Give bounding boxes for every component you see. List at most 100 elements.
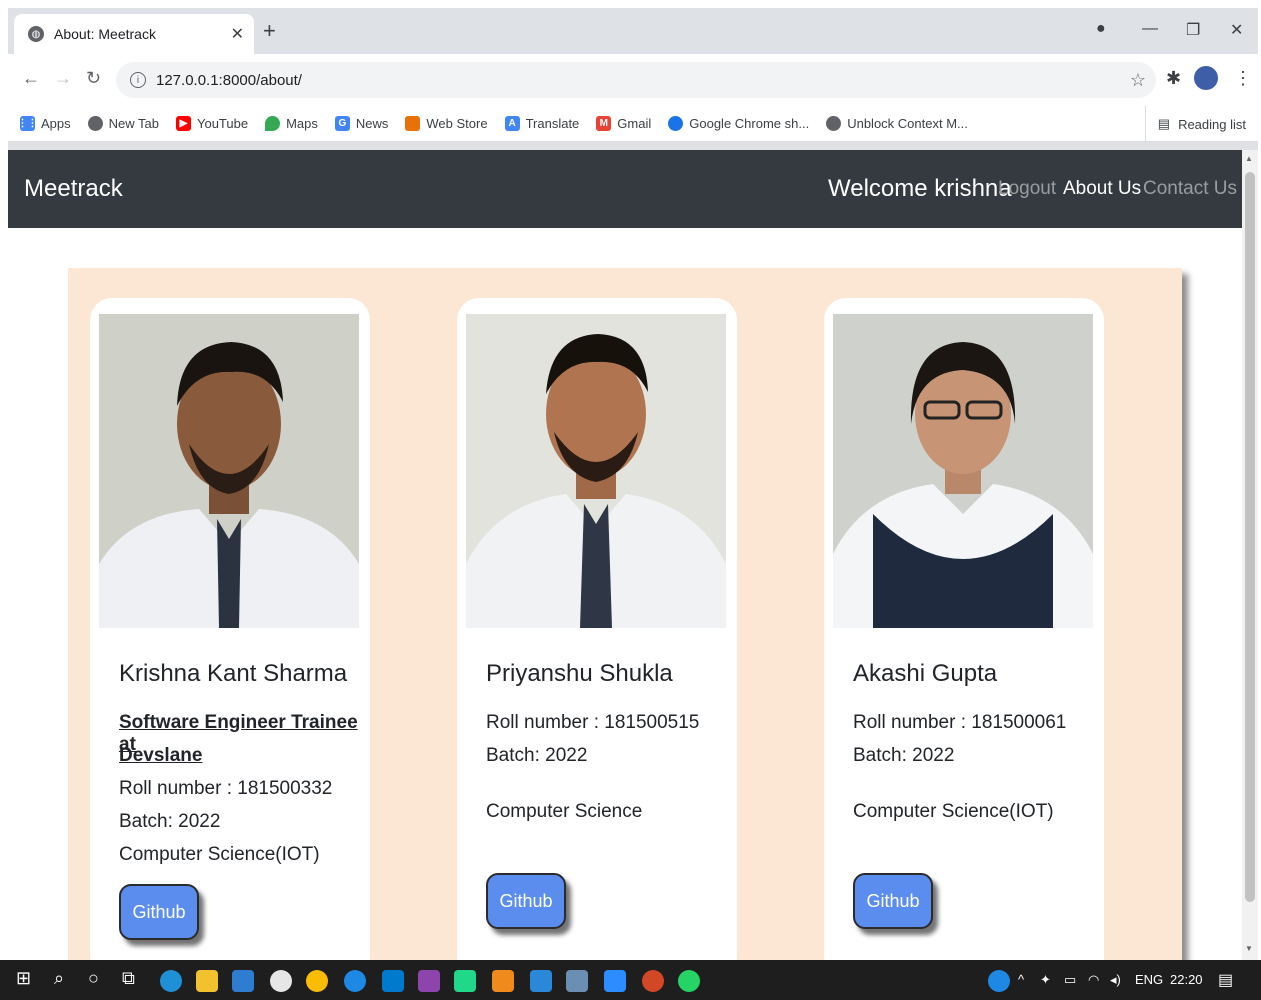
language-indicator[interactable]: ENG — [1135, 972, 1163, 987]
maps-pin-icon — [265, 116, 281, 131]
member-name: Priyanshu Shukla — [486, 660, 673, 687]
wifi-icon[interactable]: ◠ — [1088, 972, 1099, 988]
member-roll-number: Roll number : 181500515 — [486, 712, 700, 733]
vscode-icon[interactable] — [382, 970, 404, 992]
extensions-icon[interactable]: ✱ — [1166, 68, 1181, 89]
tab-title: About: Meetrack — [54, 26, 156, 42]
address-bar[interactable]: i 127.0.0.1:8000/about/ ☆ — [116, 62, 1156, 98]
mail-icon[interactable] — [232, 970, 254, 992]
task-view-icon[interactable]: ⧉ — [122, 968, 135, 989]
member-job-link-company[interactable]: Devslane — [119, 745, 202, 767]
bookmark-chrome-shortcut[interactable]: Google Chrome sh... — [668, 116, 809, 131]
globe-icon — [826, 116, 842, 131]
member-branch: Computer Science — [486, 801, 643, 822]
clock[interactable]: 22:20 — [1170, 972, 1203, 987]
search-icon[interactable]: ⌕ — [54, 968, 64, 989]
chevron-up-icon[interactable]: ^ — [1018, 972, 1024, 987]
bookmark-unblock-context[interactable]: Unblock Context M... — [826, 116, 968, 131]
nav-contact-us[interactable]: Contact Us — [1143, 178, 1237, 200]
back-icon[interactable]: ← — [22, 68, 40, 89]
help-icon[interactable] — [988, 970, 1010, 992]
cortana-icon[interactable]: ○ — [88, 968, 99, 989]
web-store-icon — [405, 116, 421, 131]
windows-taskbar: ⊞ ⌕ ○ ⧉ ^ ✦ ▭ ◠ ◂) ENG 22:20 ▤ — [0, 960, 1261, 1000]
scrollbar-thumb[interactable] — [1245, 172, 1255, 902]
site-navbar: Meetrack Welcome krishna Logout About Us… — [8, 150, 1242, 228]
zoom-icon[interactable] — [604, 970, 626, 992]
scroll-down-icon[interactable]: ▼ — [1245, 944, 1253, 953]
member-card: Akashi Gupta Roll number : 181500061 Bat… — [824, 298, 1104, 960]
bookmark-news[interactable]: G News — [334, 116, 388, 131]
browser-window: ◍ About: Meetrack ✕ + ● — ❐ ✕ ← → ↻ i 12… — [8, 8, 1258, 960]
github-button[interactable]: Github — [486, 873, 566, 929]
app-icon[interactable] — [530, 970, 552, 992]
reload-icon[interactable]: ↻ — [86, 68, 101, 89]
nav-about-us[interactable]: About Us — [1063, 178, 1141, 200]
member-branch: Computer Science(IOT) — [119, 844, 320, 865]
app-icon[interactable] — [418, 970, 440, 992]
media-icon[interactable]: ● — [1096, 20, 1106, 38]
minimize-icon[interactable]: — — [1142, 20, 1158, 38]
file-explorer-icon[interactable] — [196, 970, 218, 992]
edge-icon[interactable] — [160, 970, 182, 992]
apps-grid-icon: ⋮⋮ — [17, 116, 38, 131]
app-icon[interactable] — [566, 970, 588, 992]
bookmark-gmail[interactable]: M Gmail — [596, 116, 651, 131]
github-button[interactable]: Github — [853, 873, 933, 929]
menu-icon[interactable]: ⋮ — [1234, 68, 1252, 89]
page-viewport: Meetrack Welcome krishna Logout About Us… — [8, 150, 1258, 960]
scroll-up-icon[interactable]: ▲ — [1245, 154, 1253, 163]
tab-strip: ◍ About: Meetrack ✕ + ● — ❐ ✕ — [8, 8, 1258, 54]
bookmark-translate[interactable]: A Translate — [504, 116, 579, 131]
navbar-brand[interactable]: Meetrack — [24, 175, 123, 203]
team-container: Krishna Kant Sharma Software Engineer Tr… — [68, 268, 1182, 960]
youtube-icon: ▶ — [175, 116, 191, 131]
github-desktop-icon[interactable] — [270, 970, 292, 992]
bookmark-maps[interactable]: Maps — [265, 116, 318, 131]
page-scrollbar[interactable]: ▲ ▼ — [1242, 150, 1258, 960]
forward-icon[interactable]: → — [54, 68, 72, 89]
bookmark-new-tab[interactable]: New Tab — [87, 116, 159, 131]
battery-icon[interactable]: ▭ — [1064, 972, 1076, 988]
globe-icon — [87, 116, 103, 131]
member-photo — [99, 314, 359, 628]
news-icon: G — [334, 116, 350, 131]
bookmark-apps[interactable]: ⋮⋮ Apps — [17, 116, 71, 131]
bookmark-web-store[interactable]: Web Store — [405, 116, 488, 131]
info-icon[interactable]: i — [130, 72, 146, 88]
close-tab-icon[interactable]: ✕ — [231, 24, 244, 44]
notifications-icon[interactable]: ▤ — [1218, 970, 1233, 990]
gmail-icon: M — [596, 116, 612, 131]
profile-avatar[interactable] — [1194, 66, 1218, 90]
new-tab-icon[interactable]: + — [263, 18, 276, 44]
nav-logout[interactable]: Logout — [998, 178, 1056, 200]
member-roll-number: Roll number : 181500061 — [853, 712, 1067, 733]
translate-icon: A — [504, 116, 520, 131]
pycharm-icon[interactable] — [454, 970, 476, 992]
browser-tab[interactable]: ◍ About: Meetrack ✕ — [14, 14, 254, 54]
member-batch: Batch: 2022 — [486, 745, 588, 766]
github-button[interactable]: Github — [119, 884, 199, 940]
close-window-icon[interactable]: ✕ — [1230, 20, 1243, 40]
volume-icon[interactable]: ◂) — [1110, 972, 1121, 988]
dropbox-icon[interactable]: ✦ — [1040, 972, 1051, 988]
powerpoint-icon[interactable] — [642, 970, 664, 992]
member-roll-number: Roll number : 181500332 — [119, 778, 333, 799]
bookmark-youtube[interactable]: ▶ YouTube — [175, 116, 248, 131]
member-branch: Computer Science(IOT) — [853, 801, 1054, 822]
member-card: Priyanshu Shukla Roll number : 181500515… — [457, 298, 737, 960]
member-name: Akashi Gupta — [853, 660, 998, 687]
opera-icon[interactable] — [344, 970, 366, 992]
chrome-icon[interactable] — [306, 970, 328, 992]
reading-list[interactable]: ▤ Reading list — [1144, 106, 1246, 142]
welcome-text: Welcome krishna — [828, 175, 1012, 202]
bookmark-star-icon[interactable]: ☆ — [1130, 70, 1146, 91]
bookmarks-bar: ⋮⋮ Apps New Tab ▶ YouTube Maps G News Web S… — [8, 106, 1258, 142]
browser-toolbar: ← → ↻ i 127.0.0.1:8000/about/ ☆ ✱ ⋮ — [8, 54, 1258, 106]
whatsapp-icon[interactable] — [678, 970, 700, 992]
vlc-icon[interactable] — [492, 970, 514, 992]
member-batch: Batch: 2022 — [853, 745, 955, 766]
url-text: 127.0.0.1:8000/about/ — [156, 71, 302, 89]
windows-start-icon[interactable]: ⊞ — [16, 968, 31, 989]
restore-icon[interactable]: ❐ — [1186, 20, 1200, 40]
